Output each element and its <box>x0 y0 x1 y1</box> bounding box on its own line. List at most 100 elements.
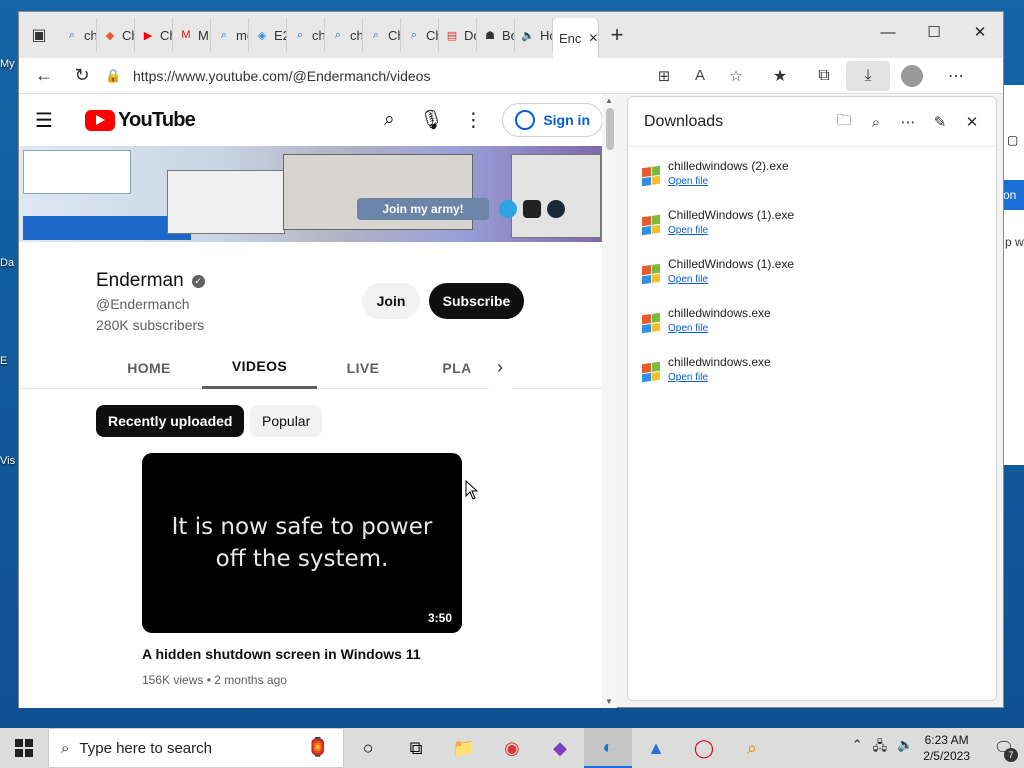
start-button[interactable] <box>0 728 48 768</box>
close-window-button[interactable]: ✕ <box>957 12 1003 52</box>
chip-popular[interactable]: Popular <box>250 405 323 437</box>
download-item[interactable]: chilledwindows.exe Open file <box>642 355 982 395</box>
close-tab-icon[interactable]: ✕ <box>588 31 598 45</box>
search-icon[interactable]: ⌕ <box>368 102 410 138</box>
microphone-icon[interactable]: 🎙 <box>410 102 452 138</box>
video-thumbnail[interactable]: It is now safe to power off the system. … <box>142 453 462 633</box>
browser-tab[interactable]: M ME <box>173 18 211 52</box>
tab-active[interactable]: Enc ✕ <box>553 18 599 58</box>
search-icon: ⌕ <box>372 28 380 41</box>
lock-icon[interactable]: 🔒 <box>105 68 133 84</box>
visual-studio-icon[interactable]: ◆ <box>536 728 584 768</box>
browser-tab[interactable]: ⌕ Ch <box>401 18 439 52</box>
task-view-icon[interactable]: ⧉ <box>392 728 440 768</box>
video-title[interactable]: A hidden shutdown screen in Windows 11 <box>142 646 421 662</box>
more-options-icon[interactable]: ⋯ <box>892 107 924 137</box>
refresh-button[interactable]: ↻ <box>63 61 101 91</box>
collections-icon[interactable]: ⧉ <box>802 61 846 91</box>
browser-tab[interactable]: ⌕ Ch <box>363 18 401 52</box>
settings-dots-icon[interactable]: ⋮ <box>452 102 494 138</box>
menu-icon[interactable]: ☰ <box>35 108 59 133</box>
scroll-up-icon[interactable]: ▲ <box>605 96 613 105</box>
add-favorite-icon[interactable]: ☆ <box>718 61 754 91</box>
taskbar-search[interactable]: ⌕ Type here to search 🏮 <box>48 728 344 768</box>
download-item[interactable]: chilledwindows (2).exe Open file <box>642 159 982 199</box>
desktop-icon-label[interactable]: Da <box>0 257 18 269</box>
close-panel-icon[interactable]: ✕ <box>956 107 988 137</box>
opera-icon[interactable]: ◯ <box>680 728 728 768</box>
browser-tab[interactable]: ⌕ chi <box>325 18 363 52</box>
minimize-button[interactable]: — <box>865 12 911 52</box>
chevron-right-icon[interactable]: › <box>487 346 513 389</box>
background-window[interactable]: ▢ on p w <box>1002 85 1024 465</box>
lantern-icon: 🏮 <box>306 737 329 757</box>
browser-tab[interactable]: ▤ Do <box>439 18 477 52</box>
telegram-icon[interactable] <box>499 200 517 218</box>
volume-icon[interactable]: 🔈 <box>897 737 913 759</box>
chip-recently-uploaded[interactable]: Recently uploaded <box>96 405 245 437</box>
maximize-button[interactable]: ☐ <box>911 12 957 52</box>
open-file-link[interactable]: Open file <box>668 274 708 285</box>
chrome-icon[interactable]: ◉ <box>488 728 536 768</box>
subscribe-button[interactable]: Subscribe <box>429 283 524 319</box>
tab-label: Ch <box>388 27 400 43</box>
background-window-button[interactable]: on <box>1003 180 1024 210</box>
exe-file-icon <box>642 312 660 334</box>
profile-avatar[interactable] <box>890 61 934 91</box>
app-icon[interactable]: ▲ <box>632 728 680 768</box>
desktop-icon-label[interactable]: Vis <box>0 455 18 467</box>
url-field[interactable]: 🔒 https://www.youtube.com/@Endermanch/vi… <box>101 61 636 91</box>
chevron-up-icon[interactable]: ⌃ <box>852 737 863 759</box>
favorites-icon[interactable]: ★ <box>758 61 802 91</box>
network-icon[interactable]: 🖧 <box>873 737 888 759</box>
desktop-icon-label[interactable]: My <box>0 58 18 70</box>
download-item[interactable]: chilledwindows.exe Open file <box>642 306 982 346</box>
downloads-icon[interactable]: ⤓ <box>846 60 890 91</box>
tab-live[interactable]: LIVE <box>323 346 403 389</box>
download-item[interactable]: ChilledWindows (1).exe Open file <box>642 208 982 248</box>
clock[interactable]: 6:23 AM 2/5/2023 <box>923 732 970 764</box>
header-actions: ⌕ 🎙 ⋮ Sign in <box>368 102 603 138</box>
back-button[interactable]: ← <box>25 61 63 91</box>
browser-tab[interactable]: ◈ E2( <box>249 18 287 52</box>
notifications-icon[interactable]: 🗨 7 <box>984 728 1024 768</box>
open-file-link[interactable]: Open file <box>668 176 708 187</box>
tab-home[interactable]: HOME <box>109 346 189 389</box>
tab-playlists[interactable]: PLA <box>427 346 487 389</box>
unpin-icon[interactable]: ✎ <box>924 107 956 137</box>
desktop-icon-label[interactable]: E <box>0 355 18 367</box>
browser-tab[interactable]: ▶ Ch <box>135 18 173 52</box>
banner-cta[interactable]: Join my army! <box>357 198 489 220</box>
page-scrollbar[interactable]: ▲ ▼ <box>602 94 617 708</box>
cortana-icon[interactable]: ○ <box>344 728 392 768</box>
new-tab-button[interactable]: + <box>599 22 635 48</box>
map-icon: ◈ <box>257 29 267 42</box>
search-downloads-icon[interactable]: ⌕ <box>860 107 892 137</box>
browser-tab[interactable]: ☗ Bo <box>477 18 515 52</box>
youtube-logo[interactable]: YouTube <box>85 109 196 132</box>
steam-icon[interactable] <box>547 200 565 218</box>
scroll-down-icon[interactable]: ▼ <box>605 697 613 706</box>
edge-icon[interactable]: ◐ <box>584 728 632 768</box>
tiktok-icon[interactable] <box>523 200 541 218</box>
search-tool-icon[interactable]: ⌕ <box>728 728 776 768</box>
app-available-icon[interactable]: ⊞ <box>646 61 682 91</box>
browser-tab[interactable]: 🔈 Ho <box>515 18 553 52</box>
browser-tab[interactable]: ⌕ me <box>211 18 249 52</box>
open-folder-icon[interactable]: 🗀 <box>828 107 860 137</box>
sign-in-button[interactable]: Sign in <box>502 103 603 137</box>
open-file-link[interactable]: Open file <box>668 323 708 334</box>
tab-videos[interactable]: VIDEOS <box>202 346 317 389</box>
tab-actions-icon[interactable]: ▣ <box>19 12 59 58</box>
browser-tab[interactable]: ⌕ chi <box>59 18 97 52</box>
open-file-link[interactable]: Open file <box>668 225 708 236</box>
download-item[interactable]: ChilledWindows (1).exe Open file <box>642 257 982 297</box>
join-button[interactable]: Join <box>362 283 420 319</box>
scrollbar-thumb[interactable] <box>606 108 614 150</box>
open-file-link[interactable]: Open file <box>668 372 708 383</box>
file-explorer-icon[interactable]: 📁 <box>440 728 488 768</box>
browser-tab[interactable]: ⌕ chi <box>287 18 325 52</box>
more-options-icon[interactable]: ⋯ <box>934 61 978 91</box>
read-aloud-icon[interactable]: A <box>682 61 718 91</box>
browser-tab[interactable]: ◆ Ch <box>97 18 135 52</box>
